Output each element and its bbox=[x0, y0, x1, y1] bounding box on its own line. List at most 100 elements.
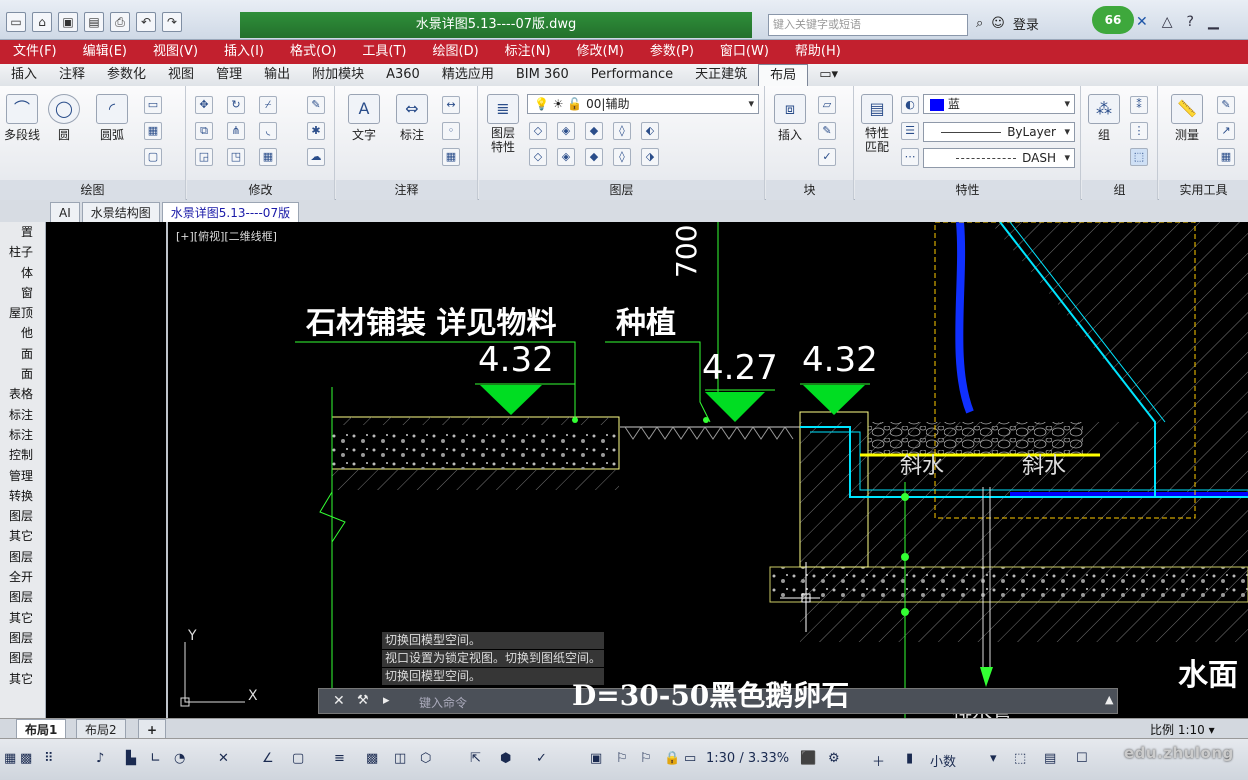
utilities-panel-title[interactable]: 实用工具 bbox=[1159, 180, 1248, 200]
tab-tangent[interactable]: 天正建筑 bbox=[684, 64, 758, 86]
array-icon[interactable]: ▦ bbox=[259, 148, 277, 166]
tab-featured-apps[interactable]: 精选应用 bbox=[431, 64, 505, 86]
redo-icon[interactable]: ↷ bbox=[162, 12, 182, 32]
circle-button[interactable]: ◯ 圆 bbox=[46, 94, 82, 143]
menu-edit[interactable]: 编辑(E) bbox=[70, 40, 140, 64]
group-button[interactable]: ⁂ 组 bbox=[1086, 94, 1122, 143]
search-input[interactable]: 键入关键字或短语 bbox=[768, 14, 968, 36]
tab-annotate[interactable]: 注释 bbox=[48, 64, 96, 86]
trim-icon[interactable]: ⌿ bbox=[259, 96, 277, 114]
osnap-icon[interactable]: ▢ bbox=[292, 751, 304, 766]
point-icon[interactable]: ↗ bbox=[1217, 122, 1235, 140]
menu-tools[interactable]: 工具(T) bbox=[349, 40, 419, 64]
palette-item[interactable]: 图层 bbox=[0, 628, 45, 648]
palette-item[interactable]: 图层 bbox=[0, 648, 45, 668]
region-icon[interactable]: ▢ bbox=[144, 148, 162, 166]
palette-item[interactable]: 图层 bbox=[0, 587, 45, 607]
palette-item[interactable]: 标注 bbox=[0, 425, 45, 445]
workspace-icon[interactable]: ▤ bbox=[1044, 751, 1056, 766]
layout-tab-2[interactable]: 布局2 bbox=[76, 719, 126, 739]
layer-tool-10-icon[interactable]: ⬗ bbox=[641, 148, 659, 166]
layer-tool-2-icon[interactable]: ◈ bbox=[557, 122, 575, 140]
menu-help[interactable]: 帮助(H) bbox=[782, 40, 854, 64]
object-track-icon[interactable]: ∠ bbox=[262, 751, 274, 766]
doc-tab-detail[interactable]: 水景详图5.13----07版 bbox=[161, 202, 300, 222]
open-folder-icon[interactable]: ⌂ bbox=[32, 12, 52, 32]
color-dropdown[interactable]: 蓝 bbox=[923, 94, 1075, 114]
tab-output[interactable]: 输出 bbox=[253, 64, 301, 86]
palette-item[interactable]: 图层 bbox=[0, 547, 45, 567]
modify-panel-title[interactable]: 修改 bbox=[187, 180, 334, 200]
linetype-dropdown[interactable]: ByLayer bbox=[923, 122, 1075, 142]
tab-addins[interactable]: 附加模块 bbox=[301, 64, 375, 86]
sync-icon[interactable]: ⬛ bbox=[800, 751, 816, 766]
arc-button[interactable]: ◜ 圆弧 bbox=[92, 94, 132, 143]
tab-view[interactable]: 视图 bbox=[157, 64, 205, 86]
block-panel-title[interactable]: 块 bbox=[766, 180, 853, 200]
command-prompt-icon[interactable]: ▸ bbox=[383, 693, 390, 708]
menu-dimension[interactable]: 标注(N) bbox=[492, 40, 564, 64]
notification-badge[interactable]: 66 bbox=[1092, 6, 1134, 34]
copy-icon[interactable]: ⧉ bbox=[195, 122, 213, 140]
anno-monitor-icon[interactable]: ✓ bbox=[536, 751, 547, 766]
hatch-icon[interactable]: ▦ bbox=[144, 122, 162, 140]
gear-icon[interactable]: ⚙ bbox=[828, 751, 840, 766]
table-icon[interactable]: ▦ bbox=[442, 148, 460, 166]
layer-tool-6-icon[interactable]: ◇ bbox=[529, 148, 547, 166]
viewport-icon[interactable]: ▭ bbox=[684, 751, 696, 766]
layer-tool-7-icon[interactable]: ◈ bbox=[557, 148, 575, 166]
history-arrow-icon[interactable]: ▲ bbox=[1105, 693, 1113, 706]
offset-icon[interactable]: ☁ bbox=[307, 148, 325, 166]
menu-parameters[interactable]: 参数(P) bbox=[637, 40, 707, 64]
ortho-icon[interactable]: ∟ bbox=[150, 751, 161, 766]
save-icon[interactable]: ▣ bbox=[58, 12, 78, 32]
palette-item[interactable]: 面 bbox=[0, 364, 45, 384]
palette-item[interactable]: 其它 bbox=[0, 669, 45, 689]
linear-dim-icon[interactable]: ↔ bbox=[442, 96, 460, 114]
new-file-icon[interactable]: ▭ bbox=[6, 12, 26, 32]
viewport-label[interactable]: [+][俯视][二维线框] bbox=[176, 228, 277, 244]
layers-panel-title[interactable]: 图层 bbox=[479, 180, 764, 200]
transparency-icon[interactable]: ▩ bbox=[366, 751, 378, 766]
layer-tool-9-icon[interactable]: ◊ bbox=[613, 148, 631, 166]
gizmo-icon[interactable]: ⬢ bbox=[500, 751, 511, 766]
3d-osnap-icon[interactable]: ⬡ bbox=[420, 751, 431, 766]
move-icon[interactable]: ✥ bbox=[195, 96, 213, 114]
snap-icon[interactable]: ⠿ bbox=[44, 751, 54, 766]
palette-item[interactable]: 置 bbox=[0, 222, 45, 242]
match-properties-button[interactable]: ▤ 特性 匹配 bbox=[857, 94, 897, 154]
palette-item[interactable]: 其它 bbox=[0, 526, 45, 546]
palette-item[interactable]: 全开 bbox=[0, 567, 45, 587]
units-value[interactable]: 小数 bbox=[930, 751, 956, 770]
undo-icon[interactable]: ↶ bbox=[136, 12, 156, 32]
edit-attr-icon[interactable]: ✓ bbox=[818, 148, 836, 166]
login-area[interactable]: ⌕ ☺ 登录 bbox=[976, 14, 1039, 33]
palette-item[interactable]: 其它 bbox=[0, 608, 45, 628]
palette-item[interactable]: 标注 bbox=[0, 405, 45, 425]
drawing-canvas[interactable]: Y X [+][俯视][二维线框] 石材铺装 详见物料 种植 700 4.32 … bbox=[170, 222, 1248, 718]
lineweight-icon[interactable]: ☰ bbox=[901, 122, 919, 140]
dimension-button[interactable]: ⇔ 标注 bbox=[390, 94, 434, 143]
grid-icon[interactable]: ▩ bbox=[20, 751, 32, 766]
tab-insert[interactable]: 插入 bbox=[0, 64, 48, 86]
login-button[interactable]: 登录 bbox=[1013, 14, 1039, 33]
draw-panel-title[interactable]: 绘图 bbox=[0, 180, 185, 200]
cleanscreen-icon[interactable]: ☐ bbox=[1076, 751, 1088, 766]
mirror-icon[interactable]: ⋔ bbox=[227, 122, 245, 140]
lineweight-toggle-icon[interactable]: ≡ bbox=[334, 751, 345, 766]
palette-item[interactable]: 柱子 bbox=[0, 242, 45, 262]
palette-item[interactable]: 转换 bbox=[0, 486, 45, 506]
layer-tool-1-icon[interactable]: ◇ bbox=[529, 122, 547, 140]
menu-view[interactable]: 视图(V) bbox=[140, 40, 211, 64]
group-edit-icon[interactable]: ⋮ bbox=[1130, 122, 1148, 140]
help-icon[interactable]: ? bbox=[1187, 14, 1194, 30]
erase-icon[interactable]: ✎ bbox=[307, 96, 325, 114]
tab-bim360[interactable]: BIM 360 bbox=[505, 64, 580, 86]
layer-properties-button[interactable]: ≣ 图层 特性 bbox=[483, 94, 523, 154]
print-icon[interactable]: ⎙ bbox=[110, 12, 130, 32]
layout-tab-1[interactable]: 布局1 bbox=[16, 719, 67, 739]
annotation-scale-icon[interactable]: ⚐ bbox=[616, 751, 628, 766]
model-space-icon[interactable]: ▦ bbox=[4, 751, 16, 766]
wrench-icon[interactable]: ⚒ bbox=[357, 693, 369, 708]
annotation-panel-title[interactable]: 注释 bbox=[336, 180, 477, 200]
